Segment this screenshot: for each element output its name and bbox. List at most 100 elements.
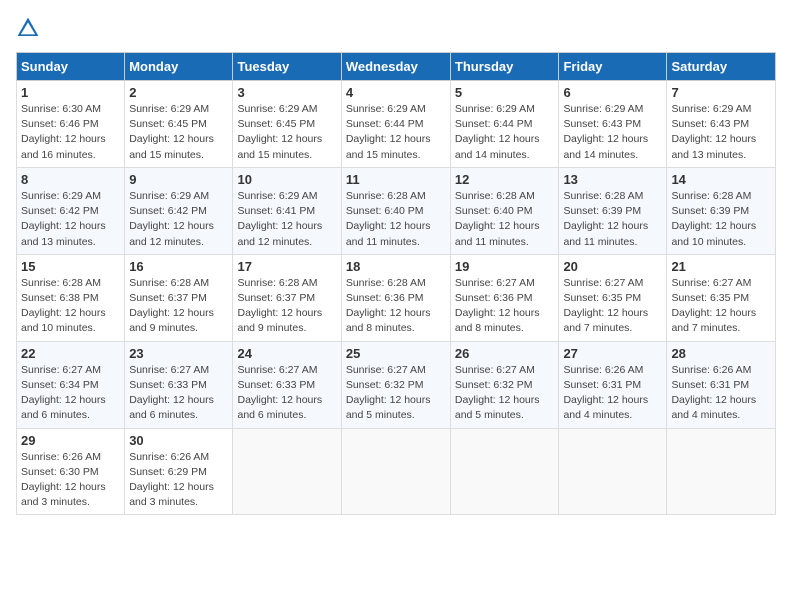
day-number: 7 xyxy=(671,85,771,100)
calendar-cell: 20Sunrise: 6:27 AM Sunset: 6:35 PM Dayli… xyxy=(559,254,667,341)
day-number: 2 xyxy=(129,85,228,100)
calendar-cell: 14 Sunrise: 6:28 AM Sunset: 6:39 PM Dayli… xyxy=(667,167,776,254)
day-detail: Sunrise: 6:27 AM Sunset: 6:34 PM Dayligh… xyxy=(21,363,120,424)
day-number: 16 xyxy=(129,259,228,274)
calendar-day-header: Friday xyxy=(559,53,667,81)
day-detail: Sunrise: 6:26 AM Sunset: 6:30 PM Dayligh… xyxy=(21,450,120,511)
calendar-cell: 8 Sunrise: 6:29 AM Sunset: 6:42 PM Daylig… xyxy=(17,167,125,254)
day-detail: Sunrise: 6:29 AM Sunset: 6:45 PM Dayligh… xyxy=(237,102,336,163)
day-number: 13 xyxy=(563,172,662,187)
day-detail: Sunrise: 6:26 AM Sunset: 6:29 PM Dayligh… xyxy=(129,450,228,511)
day-number: 30 xyxy=(129,433,228,448)
calendar-cell xyxy=(233,428,341,515)
day-number: 26 xyxy=(455,346,555,361)
day-detail: Sunrise: 6:29 AM Sunset: 6:42 PM Dayligh… xyxy=(129,189,228,250)
calendar-day-header: Sunday xyxy=(17,53,125,81)
calendar-cell xyxy=(667,428,776,515)
calendar-cell: 7 Sunrise: 6:29 AM Sunset: 6:43 PM Daylig… xyxy=(667,81,776,168)
day-number: 14 xyxy=(671,172,771,187)
day-detail: Sunrise: 6:28 AM Sunset: 6:39 PM Dayligh… xyxy=(671,189,771,250)
calendar-week-row: 15 Sunrise: 6:28 AM Sunset: 6:38 PM Dayli… xyxy=(17,254,776,341)
logo xyxy=(16,16,44,40)
day-detail: Sunrise: 6:27 AM Sunset: 6:33 PM Dayligh… xyxy=(129,363,228,424)
day-detail: Sunrise: 6:28 AM Sunset: 6:39 PM Dayligh… xyxy=(563,189,662,250)
day-detail: Sunrise: 6:27 AM Sunset: 6:35 PM Dayligh… xyxy=(563,276,662,337)
calendar-cell: 5 Sunrise: 6:29 AM Sunset: 6:44 PM Daylig… xyxy=(450,81,559,168)
calendar-cell: 6 Sunrise: 6:29 AM Sunset: 6:43 PM Daylig… xyxy=(559,81,667,168)
calendar-day-header: Monday xyxy=(125,53,233,81)
calendar-week-row: 8 Sunrise: 6:29 AM Sunset: 6:42 PM Daylig… xyxy=(17,167,776,254)
calendar-cell: 24 Sunrise: 6:27 AM Sunset: 6:33 PM Dayli… xyxy=(233,341,341,428)
day-detail: Sunrise: 6:29 AM Sunset: 6:41 PM Dayligh… xyxy=(237,189,336,250)
day-number: 9 xyxy=(129,172,228,187)
calendar-cell xyxy=(450,428,559,515)
calendar-cell: 2Sunrise: 6:29 AM Sunset: 6:45 PM Daylig… xyxy=(125,81,233,168)
calendar-day-header: Tuesday xyxy=(233,53,341,81)
day-number: 27 xyxy=(563,346,662,361)
day-number: 25 xyxy=(346,346,446,361)
day-number: 11 xyxy=(346,172,446,187)
calendar-cell: 16 Sunrise: 6:28 AM Sunset: 6:37 PM Dayli… xyxy=(125,254,233,341)
calendar-cell: 17Sunrise: 6:28 AM Sunset: 6:37 PM Dayli… xyxy=(233,254,341,341)
day-detail: Sunrise: 6:28 AM Sunset: 6:40 PM Dayligh… xyxy=(346,189,446,250)
page-header xyxy=(16,16,776,40)
calendar-cell xyxy=(341,428,450,515)
day-detail: Sunrise: 6:28 AM Sunset: 6:38 PM Dayligh… xyxy=(21,276,120,337)
day-detail: Sunrise: 6:28 AM Sunset: 6:40 PM Dayligh… xyxy=(455,189,555,250)
calendar-cell: 28Sunrise: 6:26 AM Sunset: 6:31 PM Dayli… xyxy=(667,341,776,428)
calendar-cell: 4Sunrise: 6:29 AM Sunset: 6:44 PM Daylig… xyxy=(341,81,450,168)
calendar-cell: 21Sunrise: 6:27 AM Sunset: 6:35 PM Dayli… xyxy=(667,254,776,341)
day-detail: Sunrise: 6:28 AM Sunset: 6:36 PM Dayligh… xyxy=(346,276,446,337)
calendar-week-row: 22 Sunrise: 6:27 AM Sunset: 6:34 PM Dayli… xyxy=(17,341,776,428)
day-number: 8 xyxy=(21,172,120,187)
calendar-cell: 29 Sunrise: 6:26 AM Sunset: 6:30 PM Dayli… xyxy=(17,428,125,515)
calendar-cell: 9 Sunrise: 6:29 AM Sunset: 6:42 PM Daylig… xyxy=(125,167,233,254)
day-number: 24 xyxy=(237,346,336,361)
calendar-cell: 25 Sunrise: 6:27 AM Sunset: 6:32 PM Dayli… xyxy=(341,341,450,428)
calendar-cell: 15 Sunrise: 6:28 AM Sunset: 6:38 PM Dayli… xyxy=(17,254,125,341)
calendar-cell: 13 Sunrise: 6:28 AM Sunset: 6:39 PM Dayli… xyxy=(559,167,667,254)
calendar-cell xyxy=(559,428,667,515)
logo-icon xyxy=(16,16,40,40)
day-number: 19 xyxy=(455,259,555,274)
day-detail: Sunrise: 6:28 AM Sunset: 6:37 PM Dayligh… xyxy=(129,276,228,337)
calendar-day-header: Saturday xyxy=(667,53,776,81)
day-number: 1 xyxy=(21,85,120,100)
day-number: 5 xyxy=(455,85,555,100)
calendar-body: 1 Sunrise: 6:30 AM Sunset: 6:46 PM Daylig… xyxy=(17,81,776,515)
calendar-table: SundayMondayTuesdayWednesdayThursdayFrid… xyxy=(16,52,776,515)
day-detail: Sunrise: 6:27 AM Sunset: 6:32 PM Dayligh… xyxy=(346,363,446,424)
day-number: 29 xyxy=(21,433,120,448)
calendar-day-header: Thursday xyxy=(450,53,559,81)
day-number: 23 xyxy=(129,346,228,361)
day-number: 28 xyxy=(671,346,771,361)
calendar-cell: 30 Sunrise: 6:26 AM Sunset: 6:29 PM Dayli… xyxy=(125,428,233,515)
day-detail: Sunrise: 6:29 AM Sunset: 6:42 PM Dayligh… xyxy=(21,189,120,250)
day-detail: Sunrise: 6:27 AM Sunset: 6:33 PM Dayligh… xyxy=(237,363,336,424)
day-number: 6 xyxy=(563,85,662,100)
calendar-cell: 23 Sunrise: 6:27 AM Sunset: 6:33 PM Dayli… xyxy=(125,341,233,428)
calendar-cell: 1 Sunrise: 6:30 AM Sunset: 6:46 PM Daylig… xyxy=(17,81,125,168)
day-detail: Sunrise: 6:30 AM Sunset: 6:46 PM Dayligh… xyxy=(21,102,120,163)
calendar-header-row: SundayMondayTuesdayWednesdayThursdayFrid… xyxy=(17,53,776,81)
day-detail: Sunrise: 6:29 AM Sunset: 6:43 PM Dayligh… xyxy=(563,102,662,163)
day-number: 12 xyxy=(455,172,555,187)
day-detail: Sunrise: 6:29 AM Sunset: 6:43 PM Dayligh… xyxy=(671,102,771,163)
day-detail: Sunrise: 6:27 AM Sunset: 6:32 PM Dayligh… xyxy=(455,363,555,424)
day-number: 10 xyxy=(237,172,336,187)
calendar-cell: 12 Sunrise: 6:28 AM Sunset: 6:40 PM Dayli… xyxy=(450,167,559,254)
day-number: 3 xyxy=(237,85,336,100)
day-detail: Sunrise: 6:29 AM Sunset: 6:44 PM Dayligh… xyxy=(455,102,555,163)
calendar-cell: 10 Sunrise: 6:29 AM Sunset: 6:41 PM Dayli… xyxy=(233,167,341,254)
calendar-cell: 18Sunrise: 6:28 AM Sunset: 6:36 PM Dayli… xyxy=(341,254,450,341)
day-number: 22 xyxy=(21,346,120,361)
day-detail: Sunrise: 6:27 AM Sunset: 6:36 PM Dayligh… xyxy=(455,276,555,337)
day-detail: Sunrise: 6:26 AM Sunset: 6:31 PM Dayligh… xyxy=(563,363,662,424)
day-number: 15 xyxy=(21,259,120,274)
calendar-week-row: 1 Sunrise: 6:30 AM Sunset: 6:46 PM Daylig… xyxy=(17,81,776,168)
calendar-week-row: 29 Sunrise: 6:26 AM Sunset: 6:30 PM Dayli… xyxy=(17,428,776,515)
calendar-cell: 19 Sunrise: 6:27 AM Sunset: 6:36 PM Dayli… xyxy=(450,254,559,341)
day-number: 4 xyxy=(346,85,446,100)
day-number: 17 xyxy=(237,259,336,274)
calendar-cell: 22 Sunrise: 6:27 AM Sunset: 6:34 PM Dayli… xyxy=(17,341,125,428)
